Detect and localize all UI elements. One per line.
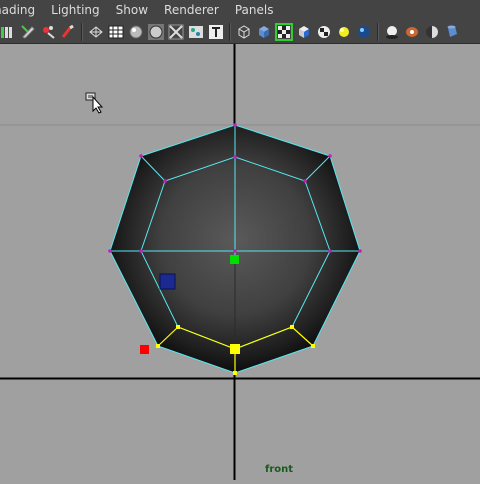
menu-panels[interactable]: Panels bbox=[227, 0, 282, 21]
flat-shade-icon[interactable] bbox=[148, 24, 164, 40]
pivot-point[interactable] bbox=[230, 255, 239, 264]
grid-shade-icon[interactable] bbox=[108, 24, 124, 40]
menu-shading[interactable]: hading bbox=[0, 0, 43, 21]
checker-icon[interactable] bbox=[275, 23, 293, 41]
toolbar-separator bbox=[81, 23, 83, 41]
magnet-icon[interactable] bbox=[60, 24, 76, 40]
cube-icon[interactable] bbox=[296, 24, 312, 40]
half-sphere-icon[interactable] bbox=[424, 24, 440, 40]
shadow-icon[interactable] bbox=[384, 24, 400, 40]
toolbar-separator bbox=[377, 23, 379, 41]
viewport-canvas[interactable] bbox=[0, 44, 480, 480]
menu-renderer[interactable]: Renderer bbox=[156, 0, 227, 21]
menu-show[interactable]: Show bbox=[108, 0, 156, 21]
cube-solid-icon[interactable] bbox=[256, 24, 272, 40]
menu-bar: hading Lighting Show Renderer Panels bbox=[0, 0, 480, 21]
key-icon[interactable] bbox=[0, 24, 16, 40]
edit-pencil-icon[interactable] bbox=[20, 24, 36, 40]
move-handle-center bbox=[230, 344, 240, 354]
checkerboard-icon[interactable] bbox=[316, 24, 332, 40]
cylinder-icon[interactable] bbox=[444, 24, 460, 40]
menu-lighting[interactable]: Lighting bbox=[43, 0, 108, 21]
toolbar-separator bbox=[229, 23, 231, 41]
viewport-label: front bbox=[265, 464, 294, 475]
cube-wire-icon[interactable] bbox=[236, 24, 252, 40]
smooth-shade-icon[interactable] bbox=[128, 24, 144, 40]
wireframe-icon[interactable] bbox=[88, 24, 104, 40]
scale-manipulator[interactable] bbox=[159, 273, 176, 290]
xray-icon[interactable] bbox=[168, 24, 184, 40]
viewport-toolbar bbox=[0, 21, 480, 44]
paint-brush-icon[interactable] bbox=[40, 24, 56, 40]
mouse-cursor-icon bbox=[85, 92, 107, 118]
x-axis-handle[interactable] bbox=[140, 345, 149, 354]
sphere-icon[interactable] bbox=[356, 24, 372, 40]
front-viewport[interactable] bbox=[0, 44, 480, 480]
text-icon[interactable] bbox=[208, 24, 224, 40]
render-icon[interactable] bbox=[404, 24, 420, 40]
texture-icon[interactable] bbox=[188, 24, 204, 40]
light-bulb-icon[interactable] bbox=[336, 24, 352, 40]
